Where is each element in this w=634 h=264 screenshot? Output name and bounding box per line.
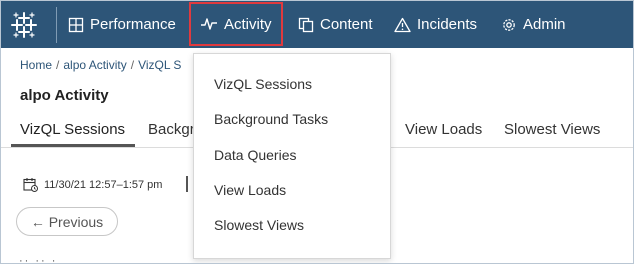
nav-item-activity[interactable]: Activity [189, 2, 283, 46]
breadcrumb-separator: / [130, 58, 135, 72]
tab-slowest-views[interactable]: Slowest Views [504, 121, 600, 138]
nav-item-incidents[interactable]: Incidents [394, 1, 477, 48]
nav-item-label: Content [320, 16, 373, 33]
nav-item-label: Activity [224, 15, 272, 33]
menu-item-background-tasks[interactable]: Background Tasks [214, 111, 328, 127]
nav-item-admin[interactable]: Admin [501, 1, 566, 48]
copy-icon [298, 17, 314, 32]
grid-icon [68, 17, 84, 32]
menu-item-vizql-sessions[interactable]: VizQL Sessions [214, 76, 312, 92]
app-window: Performance Activity Content Incidents A… [0, 0, 634, 264]
gear-icon [503, 18, 515, 31]
nav-item-label: Incidents [417, 16, 478, 33]
cropped-content-row: ·· ·· · [19, 255, 58, 264]
breadcrumb-separator: / [56, 58, 60, 72]
breadcrumb-parent-link[interactable]: alpo Activity [63, 58, 126, 72]
menu-item-data-queries[interactable]: Data Queries [214, 147, 296, 163]
pulse-icon [201, 18, 217, 30]
top-navigation-bar: Performance Activity Content Incidents A… [1, 1, 633, 48]
nav-item-performance[interactable]: Performance [68, 1, 176, 48]
warning-icon [394, 17, 411, 32]
page-title: alpo Activity [20, 87, 109, 104]
date-range-filter[interactable]: 11/30/21 12:57–1:57 pm [23, 177, 162, 192]
menu-item-slowest-views[interactable]: Slowest Views [214, 217, 304, 233]
tab-background-tasks[interactable]: Backgr [148, 121, 195, 138]
nav-item-label: Performance [90, 16, 176, 33]
breadcrumb: Home / alpo Activity / VizQL S [20, 58, 181, 72]
filter-separator [186, 176, 188, 192]
activity-dropdown-menu: VizQL Sessions Background Tasks Data Que… [193, 53, 391, 259]
breadcrumb-home-link[interactable]: Home [20, 58, 52, 72]
nav-item-content[interactable]: Content [298, 1, 373, 48]
date-range-text: 11/30/21 12:57–1:57 pm [44, 178, 163, 191]
tab-view-loads[interactable]: View Loads [405, 121, 482, 138]
previous-button[interactable]: ← Previous [16, 207, 118, 236]
nav-divider [56, 7, 57, 43]
tableau-logo-icon[interactable] [9, 10, 39, 40]
nav-item-label: Admin [523, 16, 566, 33]
tab-vizql-sessions[interactable]: VizQL Sessions [20, 121, 125, 138]
calendar-icon [23, 178, 38, 192]
breadcrumb-current: VizQL S [138, 58, 182, 72]
menu-item-view-loads[interactable]: View Loads [214, 182, 286, 198]
